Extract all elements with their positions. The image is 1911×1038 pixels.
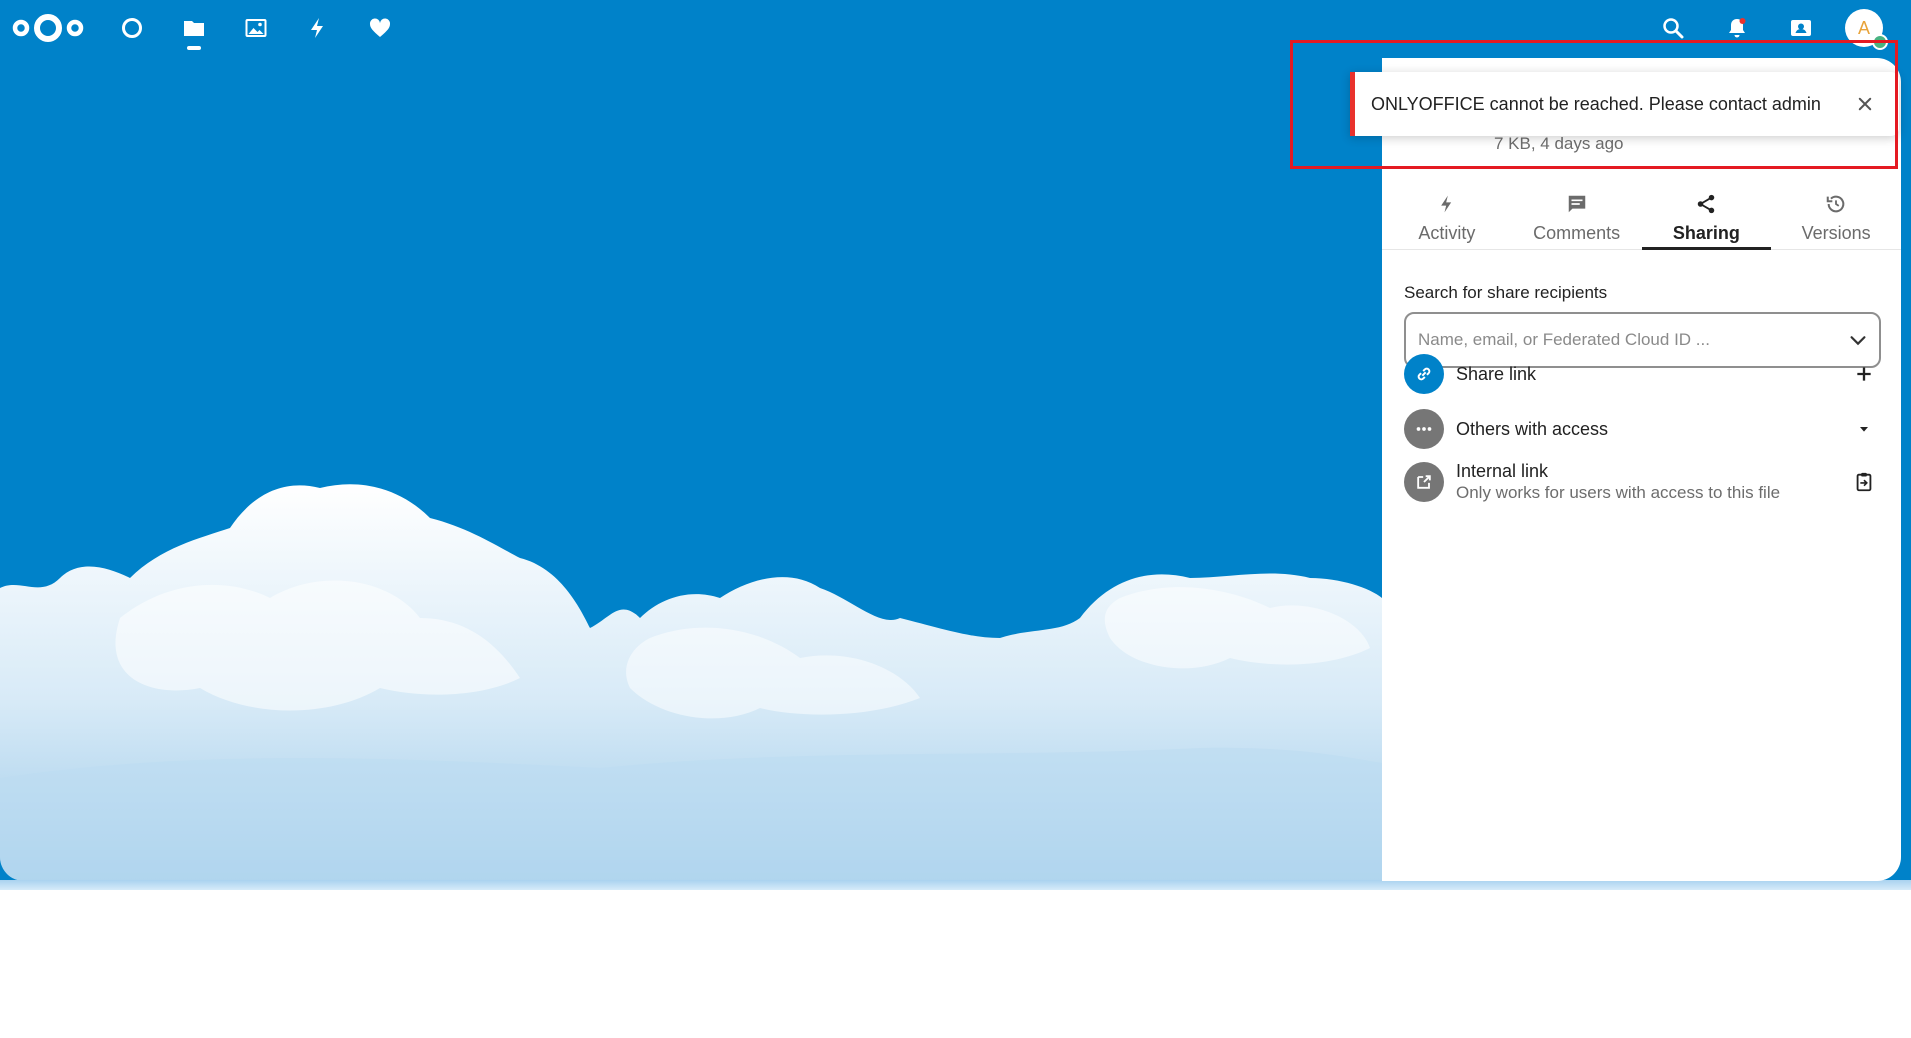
share-link-title: Share link <box>1456 363 1537 384</box>
tab-label: Comments <box>1533 223 1621 243</box>
app-favorites[interactable] <box>360 8 400 50</box>
others-icon-circle <box>1404 409 1444 449</box>
internal-link-title: Internal link <box>1456 461 1549 481</box>
app-activity[interactable] <box>298 8 338 50</box>
share-link-row: Share link <box>1404 352 1881 396</box>
caret-down-icon <box>1860 427 1868 432</box>
photos-icon <box>245 19 267 37</box>
file-workspace <box>0 58 1382 881</box>
link-icon-circle <box>1404 354 1444 394</box>
tab-activity[interactable]: Activity <box>1382 191 1512 249</box>
link-icon <box>1417 367 1431 381</box>
share-search-label: Search for share recipients <box>1404 283 1608 302</box>
app-dashboard[interactable] <box>112 8 152 50</box>
heart-icon <box>369 18 391 37</box>
others-with-access-title: Others with access <box>1456 418 1609 439</box>
internal-link-row: Internal link Only works for users with … <box>1404 454 1881 510</box>
tab-sharing[interactable]: Sharing <box>1641 191 1772 250</box>
external-link-icon <box>1417 475 1431 489</box>
share-icon <box>1698 194 1715 214</box>
tab-label: Versions <box>1801 223 1871 243</box>
search-icon <box>1663 18 1684 39</box>
dashboard-icon <box>122 18 142 38</box>
app-files[interactable] <box>174 8 214 50</box>
folder-icon <box>184 21 204 36</box>
app-navigation <box>112 8 400 50</box>
more-icon <box>1416 427 1432 431</box>
history-icon <box>1826 195 1845 213</box>
details-sidebar: 7 KB, 4 days ago Activity Comments Shari… <box>1382 58 1901 881</box>
clouds-background <box>0 484 1382 881</box>
nextcloud-logo-icon <box>12 14 84 42</box>
contacts-icon <box>1791 20 1811 36</box>
app-photos[interactable] <box>236 8 276 50</box>
tab-label: Activity <box>1418 223 1476 243</box>
internal-link-subtitle: Only works for users with access to this… <box>1456 483 1781 502</box>
annotation-highlight-box <box>1290 40 1898 169</box>
activity-icon <box>311 18 323 38</box>
bell-icon <box>1729 18 1746 38</box>
share-recipient-input[interactable] <box>1416 329 1847 351</box>
add-share-link-button[interactable] <box>1847 357 1881 391</box>
others-with-access-row[interactable]: Others with access <box>1404 407 1881 451</box>
internal-link-icon-circle <box>1404 462 1444 502</box>
tab-versions[interactable]: Versions <box>1771 191 1901 249</box>
copy-internal-link-button[interactable] <box>1847 465 1881 499</box>
chevron-down-icon[interactable] <box>1847 329 1869 351</box>
sidebar-tabs: Activity Comments Sharing Versions <box>1382 191 1901 250</box>
plus-icon <box>1857 367 1871 381</box>
avatar-initial: A <box>1857 17 1870 38</box>
nextcloud-logo[interactable] <box>10 10 86 51</box>
clipboard-icon <box>1856 472 1872 492</box>
tab-comments[interactable]: Comments <box>1512 191 1642 249</box>
expand-others-button[interactable] <box>1847 412 1881 446</box>
bolt-icon <box>1441 195 1452 213</box>
comment-icon <box>1568 195 1585 213</box>
tab-label: Sharing <box>1672 223 1740 243</box>
